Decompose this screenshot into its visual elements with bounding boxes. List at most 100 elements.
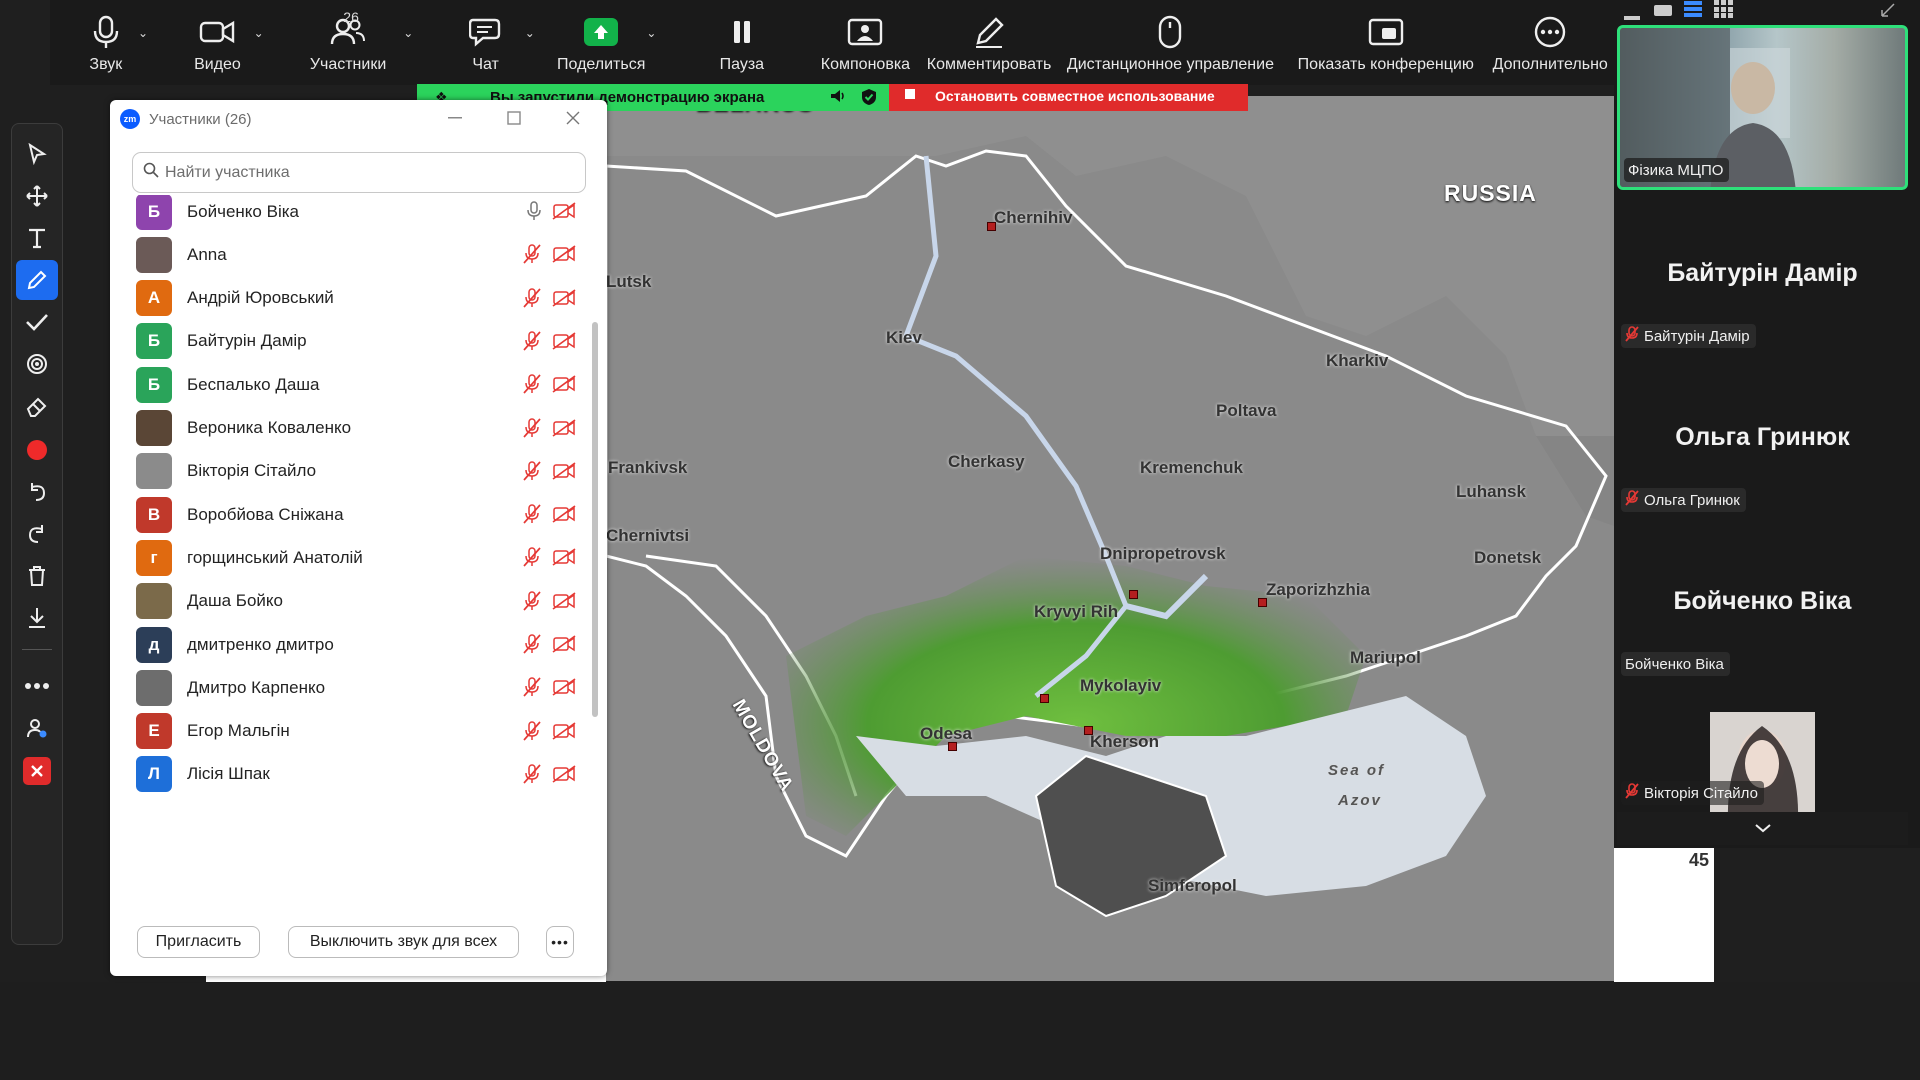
share-screen-button[interactable]: ⌄ Поделиться [548, 10, 656, 82]
stop-sharing-button[interactable]: Остановить совместное использование [889, 84, 1248, 111]
participant-name: Байтурін Дамір [187, 331, 307, 351]
muted-mic-icon [1625, 490, 1639, 510]
mute-all-button[interactable]: Выключить звук для всех [288, 926, 519, 958]
avatar [136, 453, 172, 490]
show-meeting-button[interactable]: Показать конференцию [1286, 10, 1485, 82]
more-button[interactable]: Дополнительно [1485, 10, 1615, 82]
security-shield-icon [861, 88, 877, 110]
minimize-icon[interactable] [440, 106, 470, 130]
participant-name: Егор Мальгін [187, 721, 290, 741]
audio-button[interactable]: ⌄ Звук [50, 10, 162, 82]
map-label-russia: RUSSIA [1444, 180, 1537, 206]
participant-name: Лісія Шпак [187, 764, 270, 784]
search-input[interactable] [165, 163, 565, 182]
chevron-down-icon [1754, 820, 1772, 838]
video-strip-controls [1614, 0, 1920, 22]
city-marker [1129, 590, 1138, 599]
video-tile[interactable]: Бойченко Віка Бойченко Віка [1617, 521, 1908, 684]
video-camera-icon [199, 10, 235, 54]
muted-mic-icon [522, 720, 542, 746]
redo-icon[interactable] [16, 514, 58, 554]
move-icon[interactable] [16, 176, 58, 216]
close-icon[interactable] [558, 106, 588, 130]
participant-search[interactable] [132, 152, 586, 193]
minimize-video-icon[interactable] [1624, 7, 1640, 25]
hide-video-icon[interactable] [1654, 3, 1672, 22]
annotate-button[interactable]: Комментировать [923, 10, 1055, 82]
select-arrow-icon[interactable] [16, 134, 58, 174]
video-off-icon [552, 721, 576, 745]
meeting-toolbar: ⌄ Звук ⌄ Видео 26 ⌄ Участники ⌄ Чат ⌄ По… [50, 0, 1615, 85]
map-city-frankivsk: Frankivsk [608, 458, 688, 477]
participant-name: Бойченко Віка [187, 201, 299, 221]
chevron-down-icon[interactable]: ⌄ [254, 26, 264, 40]
participant-name: Anna [187, 244, 227, 264]
microphone-icon [526, 201, 542, 226]
layout-button[interactable]: Компоновка [808, 10, 924, 82]
self-video-tile[interactable]: Фізика МЦПО [1617, 25, 1908, 190]
close-annotation-icon[interactable] [16, 751, 58, 791]
video-off-icon [552, 548, 576, 571]
save-download-icon[interactable] [16, 598, 58, 638]
remote-control-label: Дистанционное управление [1066, 56, 1274, 73]
chevron-down-icon[interactable]: ⌄ [525, 26, 535, 40]
speaker-icon[interactable] [829, 87, 847, 109]
draw-pen-icon[interactable] [16, 260, 58, 300]
muted-mic-icon [1625, 783, 1639, 803]
avatar [136, 236, 172, 273]
gallery-view-icon[interactable] [1714, 0, 1734, 23]
video-off-icon [552, 765, 576, 788]
video-name-tag: Вікторія Сітайло [1621, 781, 1764, 805]
video-display-name: Ольга Гринюк [1675, 423, 1850, 451]
trash-icon[interactable] [16, 556, 58, 596]
participants-button[interactable]: 26 ⌄ Участники [273, 9, 423, 82]
pause-share-button[interactable]: Пауза [676, 10, 808, 82]
scroll-videos-down-button[interactable] [1617, 812, 1908, 845]
participant-list-scrollbar[interactable] [592, 322, 598, 717]
map-city-luhansk: Luhansk [1456, 482, 1526, 501]
video-tile[interactable]: Вікторія Сітайло [1617, 685, 1908, 812]
video-off-icon [552, 375, 576, 398]
collapse-arrow-icon[interactable] [1880, 2, 1896, 23]
undo-icon[interactable] [16, 472, 58, 512]
chevron-down-icon[interactable]: ⌄ [403, 26, 413, 40]
color-picker-icon[interactable] [16, 430, 58, 470]
chat-button[interactable]: ⌄ Чат [423, 10, 549, 82]
map-city-cherkasy: Cherkasy [948, 452, 1025, 471]
video-tile[interactable]: Ольга Гринюк Ольга Гринюк [1617, 357, 1908, 520]
video-button[interactable]: ⌄ Видео [162, 10, 274, 82]
video-name: Байтурін Дамір [1644, 327, 1750, 345]
show-meeting-label: Показать конференцию [1297, 56, 1474, 73]
video-tile[interactable]: Байтурін Дамір Байтурін Дамір [1617, 193, 1908, 356]
self-name: Фізика МЦПО [1628, 161, 1724, 179]
video-display-name: Байтурін Дамір [1667, 259, 1858, 287]
muted-mic-icon [522, 244, 542, 269]
remote-control-button[interactable]: Дистанционное управление [1055, 10, 1286, 82]
city-marker [987, 222, 996, 231]
microphone-icon [91, 10, 121, 54]
audio-label: Звук [89, 56, 123, 73]
chat-icon [468, 10, 503, 54]
invite-button[interactable]: Пригласить [137, 926, 260, 958]
spotlight-icon[interactable] [16, 344, 58, 384]
muted-mic-icon [522, 547, 542, 572]
avatar: Б [136, 366, 172, 403]
chevron-down-icon[interactable]: ⌄ [646, 26, 656, 40]
self-name-tag: Фізика МЦПО [1624, 158, 1730, 182]
annotator-name-icon[interactable] [16, 708, 58, 748]
text-tool-icon[interactable] [16, 218, 58, 258]
more-options-button[interactable]: ••• [546, 926, 574, 958]
muted-mic-icon [522, 417, 542, 443]
muted-mic-icon [522, 331, 542, 356]
video-off-icon [552, 505, 576, 528]
speaker-view-icon[interactable] [1684, 0, 1702, 23]
stop-sharing-label: Остановить совместное использование [935, 87, 1215, 104]
chevron-down-icon[interactable]: ⌄ [138, 26, 148, 40]
pause-label: Пауза [719, 56, 765, 73]
eraser-icon[interactable] [16, 386, 58, 426]
city-marker [1084, 726, 1093, 735]
stamp-check-icon[interactable] [16, 302, 58, 342]
more-options-icon[interactable] [16, 666, 58, 706]
maximize-icon[interactable] [499, 106, 529, 130]
participant-row[interactable]: Л Лісія Шпак [110, 748, 592, 801]
